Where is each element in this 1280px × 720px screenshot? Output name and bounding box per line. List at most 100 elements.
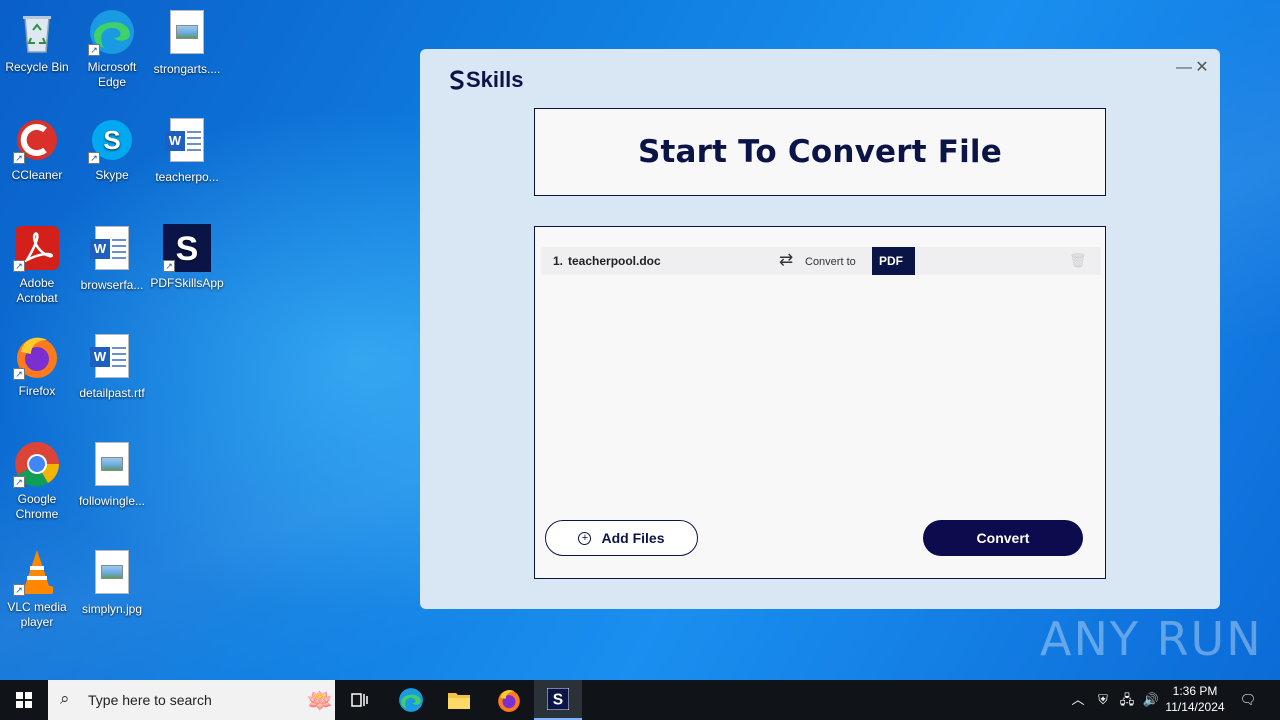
file-index: 1.	[553, 254, 564, 268]
close-button[interactable]: ✕	[1194, 59, 1210, 77]
minimize-button[interactable]: —	[1176, 59, 1192, 77]
word-document-icon: W	[163, 118, 211, 166]
desktop-icon-google-chrome[interactable]: ↗ Google Chrome	[0, 440, 75, 522]
file-list-panel: 1. teacherpool.doc ⇄ Convert to PDF 🗑 + …	[534, 226, 1106, 579]
taskbar-edge[interactable]	[387, 680, 435, 720]
ccleaner-icon: ↗	[13, 116, 61, 164]
plus-circle-icon: +	[578, 531, 592, 545]
taskbar: ⌕ Type here to search 🪷 S ︿ ⛨ 🖧 🔊 1:36 P…	[0, 680, 1280, 720]
desktop-icon-followingle[interactable]: followingle...	[74, 440, 150, 509]
desktop-icon-label: Microsoft Edge	[87, 60, 137, 89]
firefox-icon: ↗	[13, 332, 61, 380]
svg-text:S: S	[103, 125, 120, 155]
desktop-icon-ccleaner[interactable]: ↗ CCleaner	[0, 116, 75, 183]
desktop-icon-browserfa[interactable]: W browserfa...	[74, 224, 150, 293]
start-button[interactable]	[0, 680, 48, 720]
acrobat-icon: ↗	[13, 224, 61, 272]
edge-icon: ↗	[88, 8, 136, 56]
pdfskills-app-window: Skills — ✕ Start To Convert File 1. teac…	[420, 49, 1220, 609]
shortcut-arrow-icon: ↗	[88, 44, 100, 56]
shortcut-arrow-icon: ↗	[88, 152, 100, 164]
shortcut-arrow-icon: ↗	[13, 476, 25, 488]
file-row[interactable]: 1. teacherpool.doc ⇄ Convert to PDF 🗑	[541, 247, 1101, 275]
desktop-icon-simplyn[interactable]: simplyn.jpg	[74, 548, 150, 617]
desktop-icon-firefox[interactable]: ↗ Firefox	[0, 332, 75, 399]
folder-icon	[448, 693, 470, 709]
desktop-icon-label: Recycle Bin	[5, 60, 69, 74]
desktop-icon-label: simplyn.jpg	[81, 602, 143, 616]
watermark: ANY RUN	[1040, 612, 1263, 666]
desktop-icon-label: browserfa...	[80, 278, 144, 292]
format-select[interactable]: PDF	[872, 247, 915, 275]
desktop-icon-label: teacherpo...	[155, 170, 219, 184]
search-icon: ⌕	[60, 689, 70, 708]
desktop-icon-pdfskillsapp[interactable]: S ↗ PDFSkillsApp	[149, 224, 225, 291]
volume-icon[interactable]: 🔊	[1140, 680, 1162, 720]
task-view-button[interactable]	[336, 680, 384, 720]
svg-text:S: S	[176, 230, 199, 268]
desktop-icon-teacherpo[interactable]: W teacherpo...	[149, 116, 225, 185]
svg-text:S: S	[553, 692, 563, 709]
app-logo: Skills	[450, 67, 523, 93]
firefox-icon	[498, 690, 520, 712]
desktop-icon-label: PDFSkillsApp	[150, 276, 224, 290]
recycle-bin-icon	[13, 8, 61, 56]
file-name: teacherpool.doc	[568, 254, 661, 268]
tray-security-icon[interactable]: ⛨	[1092, 680, 1114, 720]
desktop-icon-vlc[interactable]: ↗ VLC media player	[0, 548, 75, 630]
tray-overflow-chevron-icon[interactable]: ︿	[1068, 680, 1088, 720]
desktop-icon-label: strongarts....	[153, 62, 221, 76]
vlc-icon: ↗	[13, 548, 61, 596]
desktop-icon-label: Adobe Acrobat	[16, 276, 58, 305]
task-view-icon	[351, 693, 368, 707]
swap-arrows-icon: ⇄	[779, 250, 794, 269]
word-document-icon: W	[88, 334, 136, 382]
image-file-icon	[88, 442, 136, 490]
edge-icon	[399, 688, 423, 712]
shortcut-arrow-icon: ↗	[13, 152, 25, 164]
desktop-icon-label: Google Chrome	[15, 492, 59, 521]
word-document-icon: W	[88, 226, 136, 274]
taskbar-clock[interactable]: 1:36 PM 11/14/2024	[1160, 683, 1230, 715]
image-file-icon	[163, 10, 211, 58]
windows-logo-icon	[16, 692, 32, 708]
clock-time: 1:36 PM	[1172, 684, 1218, 698]
skype-icon: S ↗	[88, 116, 136, 164]
taskbar-pdfskills[interactable]: S	[534, 680, 582, 720]
shortcut-arrow-icon: ↗	[13, 260, 25, 272]
clock-date: 11/14/2024	[1165, 700, 1225, 714]
shortcut-arrow-icon: ↗	[163, 260, 175, 272]
network-icon[interactable]: 🖧	[1116, 680, 1138, 720]
trash-icon[interactable]: 🗑	[1069, 252, 1087, 269]
pdfskills-icon: S	[546, 687, 570, 711]
desktop-icon-adobe-acrobat[interactable]: ↗ Adobe Acrobat	[0, 224, 75, 306]
desktop-icon-microsoft-edge[interactable]: ↗ Microsoft Edge	[74, 8, 150, 90]
desktop-icon-strongarts[interactable]: strongarts....	[149, 8, 225, 77]
chrome-icon: ↗	[13, 440, 61, 488]
notifications-icon[interactable]: 🗨	[1236, 680, 1260, 720]
shortcut-arrow-icon: ↗	[13, 584, 25, 596]
search-highlight-icon: 🪷	[306, 688, 334, 713]
desktop-icon-recycle-bin[interactable]: Recycle Bin	[0, 8, 75, 75]
desktop-icon-detailpast[interactable]: W detailpast.rtf	[74, 332, 150, 401]
image-file-icon	[88, 550, 136, 598]
desktop-icon-label: Firefox	[18, 384, 56, 398]
convert-button[interactable]: Convert	[923, 520, 1083, 556]
desktop-icon-label: followingle...	[78, 494, 146, 508]
search-placeholder: Type here to search	[88, 692, 212, 708]
taskbar-firefox[interactable]	[485, 680, 533, 720]
heading-box: Start To Convert File	[534, 108, 1106, 196]
convert-to-label: Convert to	[805, 256, 856, 268]
pdfskills-icon: S ↗	[163, 224, 211, 272]
desktop-icon-label: Skype	[95, 168, 129, 182]
taskbar-search-box[interactable]: ⌕ Type here to search 🪷	[48, 680, 335, 720]
add-files-button[interactable]: + Add Files	[545, 520, 698, 556]
app-logo-text: Skills	[466, 67, 524, 92]
desktop-icon-label: VLC media player	[7, 600, 67, 629]
taskbar-file-explorer[interactable]	[435, 680, 483, 720]
desktop-icon-skype[interactable]: S ↗ Skype	[74, 116, 150, 183]
shortcut-arrow-icon: ↗	[13, 368, 25, 380]
add-files-label: Add Files	[601, 530, 665, 546]
skills-logo-icon	[450, 70, 464, 90]
desktop-icon-label: detailpast.rtf	[79, 386, 145, 400]
